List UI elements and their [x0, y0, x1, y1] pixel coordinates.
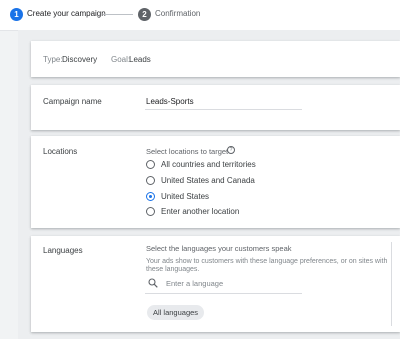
type-label: Type: — [43, 55, 63, 64]
radio-all-countries[interactable] — [146, 160, 155, 169]
languages-description-line1: Your ads show to customers with these la… — [146, 258, 388, 265]
stepper-connector — [103, 14, 133, 15]
campaign-name-underline — [145, 109, 302, 110]
radio-us-canada[interactable] — [146, 176, 155, 185]
type-value: Discovery — [62, 55, 98, 64]
option-united-states[interactable]: United States — [161, 192, 209, 201]
languages-helper: Select the languages your customers spea… — [146, 244, 292, 253]
locations-card: Locations Select locations to target ? A… — [31, 136, 400, 228]
goal-label: Goal: — [111, 55, 131, 64]
campaign-name-card: Campaign name Leads-Sports — [31, 85, 400, 130]
campaign-stepper: 1 Create your campaign 2 Confirmation — [0, 0, 400, 31]
campaign-name-label: Campaign name — [43, 97, 102, 106]
radio-united-states[interactable] — [146, 192, 155, 201]
languages-description-line2: these languages. — [146, 266, 200, 273]
locations-label: Locations — [43, 147, 78, 156]
step-2-badge: 2 — [138, 8, 151, 21]
step-1-label[interactable]: Create your campaign — [27, 9, 106, 18]
language-search-underline — [145, 293, 302, 294]
languages-divider — [391, 242, 392, 326]
locations-helper: Select locations to target — [146, 147, 229, 156]
search-icon — [148, 278, 158, 288]
languages-label: Languages — [43, 246, 83, 255]
campaign-name-input[interactable]: Leads-Sports — [146, 97, 194, 106]
option-all-countries[interactable]: All countries and territories — [161, 160, 256, 169]
languages-card: Languages Select the languages your cust… — [31, 236, 400, 332]
step-1-badge: 1 — [10, 8, 23, 21]
help-icon[interactable]: ? — [227, 146, 235, 154]
language-search-input[interactable]: Enter a language — [166, 279, 223, 288]
goal-value: Leads — [129, 55, 151, 64]
option-us-canada[interactable]: United States and Canada — [161, 176, 255, 185]
all-languages-chip[interactable]: All languages — [147, 305, 205, 320]
campaign-summary-card: Type: Discovery Goal: Leads — [31, 41, 400, 77]
step-2-label[interactable]: Confirmation — [155, 9, 200, 18]
option-another-location[interactable]: Enter another location — [161, 207, 239, 216]
radio-another-location[interactable] — [146, 207, 155, 216]
